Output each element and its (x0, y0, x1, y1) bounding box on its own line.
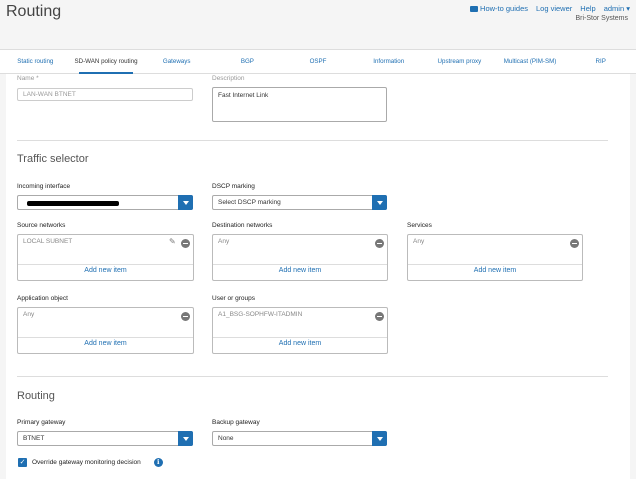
remove-icon[interactable] (181, 312, 190, 321)
incoming-interface-label: Incoming interface (17, 183, 71, 190)
divider (18, 264, 193, 265)
tab-gateways[interactable]: Gateways (141, 50, 212, 73)
list-item: LOCAL SUBNET (23, 238, 73, 245)
top-links: How-to guides Log viewer Help admin ▾ (470, 4, 630, 13)
chevron-down-icon[interactable] (178, 431, 193, 446)
pencil-icon[interactable]: ✎ (169, 238, 176, 246)
incoming-interface-select[interactable] (17, 195, 193, 210)
override-gateway-label[interactable]: Override gateway monitoring decision (32, 459, 141, 466)
chevron-down-icon[interactable] (178, 195, 193, 210)
remove-icon[interactable] (375, 239, 384, 248)
dscp-label: DSCP marking (212, 183, 255, 190)
description-field[interactable]: Fast Internet Link (212, 87, 387, 122)
tab-upstream-proxy[interactable]: Upstream proxy (424, 50, 495, 73)
dscp-select-value: Select DSCP marking (218, 199, 281, 206)
add-new-item-button[interactable]: Add new item (18, 340, 193, 347)
tab-bar: Static routing SD-WAN policy routing Gat… (0, 49, 636, 74)
tab-information[interactable]: Information (353, 50, 424, 73)
routing-section-title: Routing (17, 390, 55, 402)
application-object-label: Application object (17, 295, 68, 302)
list-item: Any (413, 238, 425, 245)
admin-menu[interactable]: admin ▾ (604, 4, 630, 13)
divider (213, 264, 387, 265)
primary-gateway-select[interactable]: BTNET (17, 431, 193, 446)
how-to-guides-label: How-to guides (480, 4, 528, 13)
list-item: A1_BSG-SOPHFW-ITADMIN (218, 311, 303, 318)
list-item: Any (23, 311, 35, 318)
override-gateway-row: ✓ Override gateway monitoring decision i (18, 458, 163, 467)
primary-gateway-value: BTNET (23, 435, 45, 442)
page-title: Routing (6, 3, 62, 20)
tab-rip[interactable]: RIP (565, 50, 636, 73)
divider (17, 376, 608, 377)
source-networks-list: LOCAL SUBNET ✎ Add new item (17, 234, 194, 281)
application-object-list: Any Add new item (17, 307, 194, 354)
how-to-guides-link[interactable]: How-to guides (470, 4, 528, 13)
backup-gateway-select[interactable]: None (212, 431, 387, 446)
tab-static-routing[interactable]: Static routing (0, 50, 71, 73)
divider (408, 264, 582, 265)
user-groups-label: User or groups (212, 295, 255, 302)
company-name: Bri-Stor Systems (575, 15, 628, 22)
add-new-item-button[interactable]: Add new item (408, 267, 582, 274)
user-groups-list: A1_BSG-SOPHFW-ITADMIN Add new item (212, 307, 388, 354)
backup-gateway-label: Backup gateway (212, 419, 260, 426)
add-new-item-button[interactable]: Add new item (18, 267, 193, 274)
info-icon[interactable]: i (153, 458, 163, 467)
services-label: Services (407, 222, 432, 229)
destination-networks-list: Any Add new item (212, 234, 388, 281)
tab-sd-wan-policy-routing[interactable]: SD-WAN policy routing (71, 50, 142, 74)
destination-networks-label: Destination networks (212, 222, 273, 229)
add-new-item-button[interactable]: Add new item (213, 267, 387, 274)
source-networks-label: Source networks (17, 222, 66, 229)
traffic-selector-title: Traffic selector (17, 153, 89, 165)
dscp-select[interactable]: Select DSCP marking (212, 195, 387, 210)
chevron-down-icon[interactable] (372, 195, 387, 210)
add-new-item-button[interactable]: Add new item (213, 340, 387, 347)
primary-gateway-label: Primary gateway (17, 419, 66, 426)
description-label: Description (212, 75, 245, 82)
log-viewer-link[interactable]: Log viewer (536, 4, 572, 13)
divider (213, 337, 387, 338)
video-icon (470, 6, 479, 13)
tab-ospf[interactable]: OSPF (283, 50, 354, 73)
divider (17, 140, 608, 141)
check-icon[interactable]: ✓ (18, 458, 27, 467)
redacted-value (27, 201, 119, 206)
list-item: Any (218, 238, 230, 245)
help-link[interactable]: Help (580, 4, 595, 13)
remove-icon[interactable] (375, 312, 384, 321)
backup-gateway-value: None (218, 435, 234, 442)
divider (18, 337, 193, 338)
tab-multicast[interactable]: Multicast (PIM-SM) (495, 50, 566, 73)
chevron-down-icon[interactable] (372, 431, 387, 446)
services-list: Any Add new item (407, 234, 583, 281)
name-field[interactable]: LAN-WAN BTNET (17, 88, 193, 101)
tab-bgp[interactable]: BGP (212, 50, 283, 73)
remove-icon[interactable] (181, 239, 190, 248)
name-label: Name * (17, 75, 39, 82)
remove-icon[interactable] (570, 239, 579, 248)
